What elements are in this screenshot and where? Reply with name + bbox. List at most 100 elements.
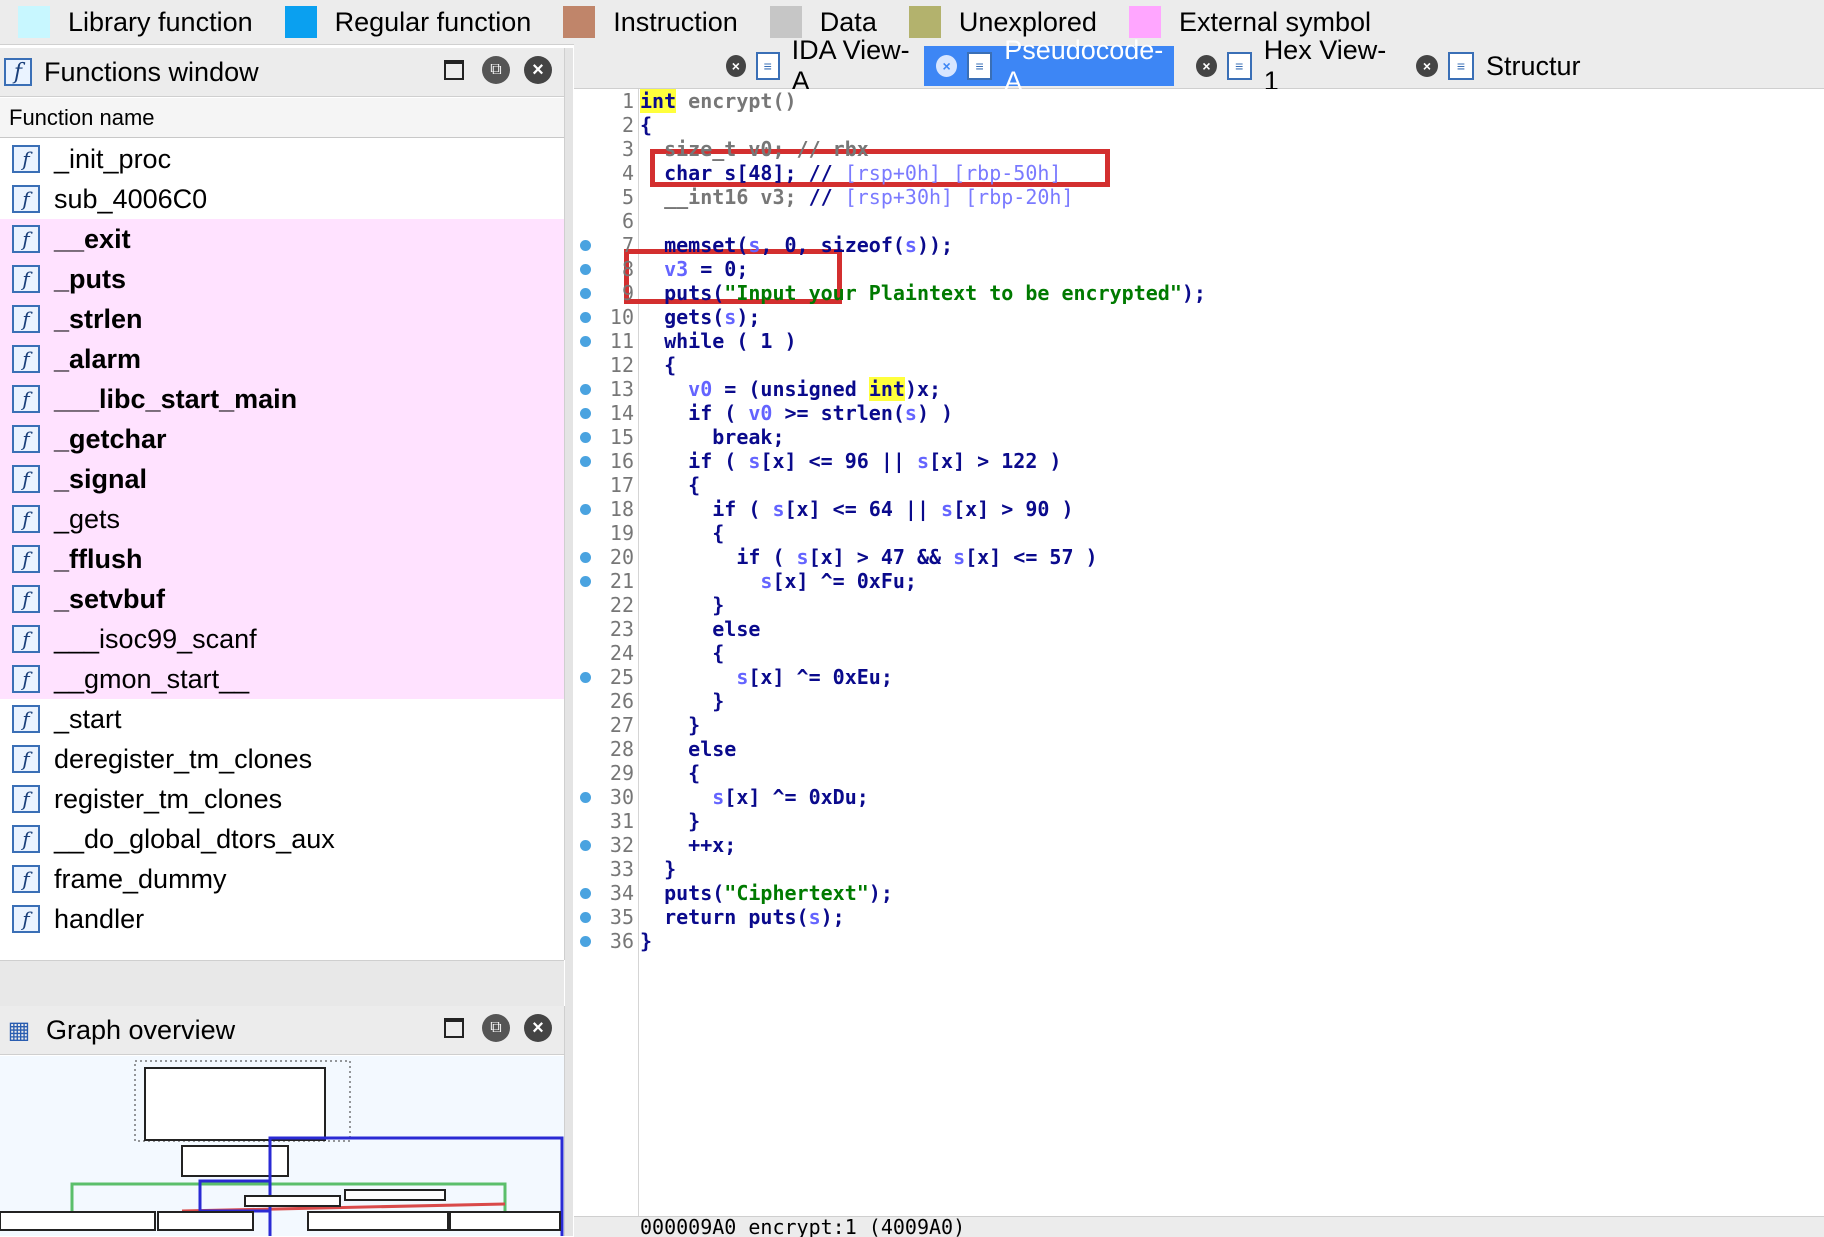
close-button[interactable]: × [524, 1014, 552, 1042]
legend-swatch [1128, 6, 1161, 38]
code-line[interactable]: 29 { [574, 761, 1824, 785]
function-row[interactable]: f __do_global_dtors_aux [0, 819, 564, 859]
close-icon: × [532, 58, 544, 81]
horizontal-scrollbar[interactable] [0, 960, 564, 1007]
code-line[interactable]: 32 ++x; [574, 833, 1824, 857]
function-row[interactable]: f _start [0, 699, 564, 739]
close-tab-icon[interactable]: × [936, 55, 958, 77]
code-line[interactable]: 18 if ( s[x] <= 64 || s[x] > 90 ) [574, 497, 1824, 521]
float-button[interactable]: ⧉ [482, 1014, 510, 1042]
line-number: 5 [621, 185, 634, 209]
functions-window-titlebar[interactable]: f Functions window ⧉ × [0, 48, 564, 97]
function-name: _fflush [54, 543, 143, 574]
code-text: { [640, 113, 653, 137]
code-line[interactable]: 11 while ( 1 ) [574, 329, 1824, 353]
code-text: puts("Ciphertext"); [640, 881, 893, 905]
tab-structur[interactable]: × ≡ Structur [1404, 46, 1824, 86]
maximize-button[interactable] [440, 1014, 468, 1042]
function-row[interactable]: f register_tm_clones [0, 779, 564, 819]
code-line[interactable]: 17 { [574, 473, 1824, 497]
code-line[interactable]: 24 { [574, 641, 1824, 665]
line-number: 28 [609, 737, 634, 761]
close-tab-icon[interactable]: × [1196, 55, 1217, 77]
pseudocode-view[interactable]: 1 int encrypt() 2{3 size_t v0; // rbx 4 cha… [574, 89, 1824, 1236]
function-row[interactable]: f _puts [0, 259, 564, 299]
function-row[interactable]: f _alarm [0, 339, 564, 379]
graph-node [307, 1211, 449, 1231]
function-row[interactable]: f _gets [0, 499, 564, 539]
code-line[interactable]: 21 s[x] ^= 0xFu; [574, 569, 1824, 593]
function-icon: f [12, 425, 40, 453]
function-name: _gets [54, 503, 121, 534]
code-line[interactable]: 22 } [574, 593, 1824, 617]
code-line[interactable]: 12 { [574, 353, 1824, 377]
maximize-button[interactable] [440, 56, 468, 84]
function-row[interactable]: f ___isoc99_scanf [0, 619, 564, 659]
function-row[interactable]: f __exit [0, 219, 564, 259]
code-line[interactable]: 28 else [574, 737, 1824, 761]
column-header-function-name[interactable]: Function name [0, 98, 564, 138]
code-line[interactable]: 30 s[x] ^= 0xDu; [574, 785, 1824, 809]
code-line[interactable]: 7 memset(s, 0, sizeof(s)); [574, 233, 1824, 257]
code-line[interactable]: 5 __int16 v3; // [rsp+30h] [rbp-20h] [574, 185, 1824, 209]
code-line[interactable]: 14 if ( v0 >= strlen(s) ) [574, 401, 1824, 425]
function-row[interactable]: f _getchar [0, 419, 564, 459]
line-number: 30 [609, 785, 634, 809]
function-row[interactable]: f handler [0, 899, 564, 939]
graph-overview-titlebar[interactable]: ▦ Graph overview ⧉ × [0, 1006, 564, 1055]
float-button[interactable]: ⧉ [482, 56, 510, 84]
code-line[interactable]: 25 s[x] ^= 0xEu; [574, 665, 1824, 689]
code-line[interactable]: 2{ [574, 113, 1824, 137]
line-number: 9 [621, 281, 634, 305]
code-line[interactable]: 27 } [574, 713, 1824, 737]
code-line[interactable]: 26 } [574, 689, 1824, 713]
tab-hex-view-1[interactable]: × ≡ Hex View-1 [1184, 35, 1394, 96]
status-line: 000009A0 encrypt:1 (4009A0) [574, 1216, 1824, 1237]
code-line[interactable]: 19 { [574, 521, 1824, 545]
function-name: sub_4006C0 [54, 183, 208, 214]
code-text: char s[48]; // [rsp+0h] [rbp-50h] [640, 161, 1062, 185]
function-icon: f [12, 145, 40, 173]
graph-overview-canvas[interactable] [0, 1056, 564, 1236]
code-line[interactable]: 15 break; [574, 425, 1824, 449]
code-line[interactable]: 16 if ( s[x] <= 96 || s[x] > 122 ) [574, 449, 1824, 473]
function-row[interactable]: f __gmon_start__ [0, 659, 564, 699]
code-line[interactable]: 13 v0 = (unsigned int)x; [574, 377, 1824, 401]
code-line[interactable]: 23 else [574, 617, 1824, 641]
code-line[interactable]: 6 [574, 209, 1824, 233]
code-line[interactable]: 31 } [574, 809, 1824, 833]
close-tab-icon[interactable]: × [1416, 55, 1438, 77]
code-line[interactable]: 8 v3 = 0; [574, 257, 1824, 281]
code-line[interactable]: 3 size_t v0; // rbx [574, 137, 1824, 161]
code-line[interactable]: 20 if ( s[x] > 47 && s[x] <= 57 ) [574, 545, 1824, 569]
function-row[interactable]: f _strlen [0, 299, 564, 339]
code-line[interactable]: 33 } [574, 857, 1824, 881]
function-row[interactable]: f _fflush [0, 539, 564, 579]
function-row[interactable]: f frame_dummy [0, 859, 564, 899]
code-line[interactable]: 36} [574, 929, 1824, 953]
code-text: if ( s[x] <= 64 || s[x] > 90 ) [640, 497, 1074, 521]
line-number: 25 [609, 665, 634, 689]
tab-ida-view-a[interactable]: × ≡ IDA View-A [714, 35, 914, 96]
code-line[interactable]: 34 puts("Ciphertext"); [574, 881, 1824, 905]
function-row[interactable]: f _setvbuf [0, 579, 564, 619]
tab-pseudocode-a[interactable]: × ≡ Pseudocode-A [924, 35, 1174, 96]
line-number: 33 [609, 857, 634, 881]
function-row[interactable]: f deregister_tm_clones [0, 739, 564, 779]
function-row[interactable]: f _init_proc [0, 139, 564, 179]
function-list[interactable]: f _init_proc f sub_4006C0 f __exit f _puts f _str… [0, 139, 564, 949]
code-line[interactable]: 9 puts("Input your Plaintext to be encry… [574, 281, 1824, 305]
splitter[interactable] [565, 48, 573, 1236]
line-number: 21 [609, 569, 634, 593]
function-row[interactable]: f ___libc_start_main [0, 379, 564, 419]
function-row[interactable]: f _signal [0, 459, 564, 499]
code-line[interactable]: 35 return puts(s); [574, 905, 1824, 929]
code-line[interactable]: 10 gets(s); [574, 305, 1824, 329]
code-text: while ( 1 ) [640, 329, 797, 353]
close-tab-icon[interactable]: × [726, 55, 746, 77]
code-line[interactable]: 1 int encrypt() [574, 89, 1824, 113]
function-row[interactable]: f sub_4006C0 [0, 179, 564, 219]
code-line[interactable]: 4 char s[48]; // [rsp+0h] [rbp-50h] [574, 161, 1824, 185]
function-icon: f [12, 305, 40, 333]
close-button[interactable]: × [524, 56, 552, 84]
